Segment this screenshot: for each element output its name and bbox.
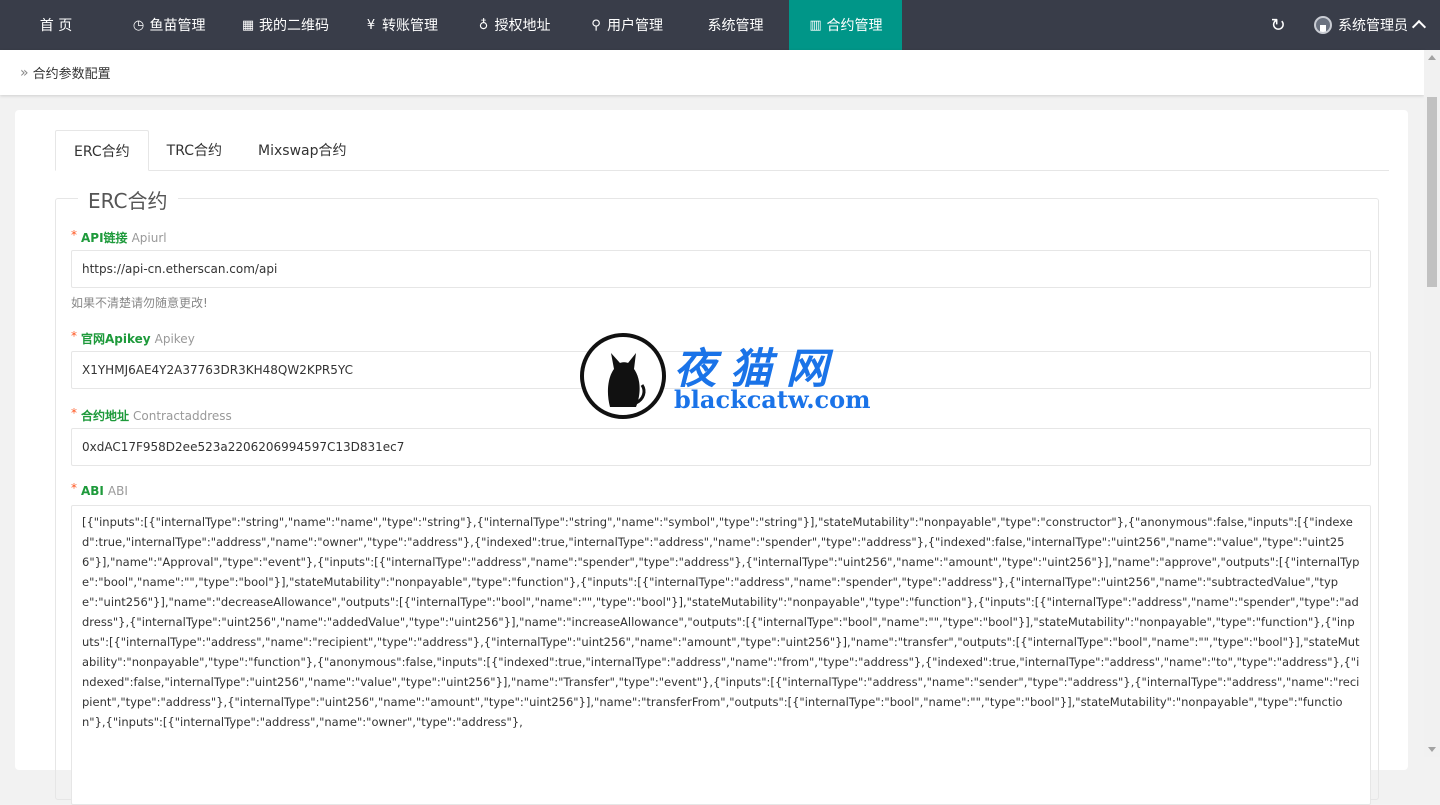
required-mark: * bbox=[71, 228, 77, 242]
nav-item-contract-management[interactable]: ▥ 合约管理 bbox=[789, 0, 902, 50]
nav-item-authorized-address[interactable]: ♁ 授权地址 bbox=[457, 0, 570, 50]
fieldset-legend: ERC合约 bbox=[78, 185, 178, 214]
nav-item-user-management[interactable]: ⚲ 用户管理 bbox=[570, 0, 682, 50]
top-nav-bar: 首 页 ◷ 鱼苗管理 ▦ 我的二维码 ¥ 转账管理 ♁ 授权地址 ⚲ 用户管理 … bbox=[0, 0, 1440, 50]
api-url-hint: 如果不清楚请勿随意更改! bbox=[71, 296, 208, 310]
nav-right: ↻ 系统管理员 bbox=[1258, 0, 1440, 50]
nav-item-fry-management[interactable]: ◷ 鱼苗管理 bbox=[112, 0, 225, 50]
breadcrumb: » 合约参数配置 bbox=[0, 50, 1424, 95]
yen-icon: ¥ bbox=[366, 17, 376, 33]
required-mark: * bbox=[71, 406, 77, 420]
contract-address-input[interactable] bbox=[71, 428, 1371, 466]
erc-fieldset: ERC合约 *API链接Apiurl 如果不清楚请勿随意更改! *官网Apike… bbox=[55, 185, 1379, 805]
chevron-up-icon bbox=[1411, 19, 1427, 35]
contract-address-label: * 合约地址 Contractaddress bbox=[71, 406, 232, 423]
api-url-label: * API链接 Apiurl bbox=[71, 228, 167, 245]
scroll-down-arrow[interactable] bbox=[1428, 747, 1436, 752]
tab-mixswap[interactable]: Mixswap合约 bbox=[240, 130, 364, 170]
refresh-icon[interactable]: ↻ bbox=[1258, 0, 1298, 50]
nav-item-label: 合约管理 bbox=[826, 18, 883, 34]
main-nav: 首 页 ◷ 鱼苗管理 ▦ 我的二维码 ¥ 转账管理 ♁ 授权地址 ⚲ 用户管理 … bbox=[0, 0, 902, 50]
nav-item-label: 鱼苗管理 bbox=[149, 18, 206, 34]
user-name: 系统管理员 bbox=[1338, 18, 1408, 34]
breadcrumb-label: 合约参数配置 bbox=[32, 67, 111, 82]
contract-config-card: ERC合约 TRC合约 Mixswap合约 ERC合约 * API链接 Apiurl… bbox=[15, 110, 1408, 805]
nav-item-label: 用户管理 bbox=[607, 18, 663, 34]
tab-erc[interactable]: ERC合约 bbox=[55, 130, 149, 171]
apikey-label: * 官网Apikey Apikey bbox=[71, 329, 195, 346]
nav-item-label: 系统管理 bbox=[707, 18, 764, 34]
nav-item-label: 转账管理 bbox=[382, 18, 438, 34]
page-scrollbar[interactable] bbox=[1424, 50, 1440, 757]
qrcode-icon: ▦ bbox=[241, 17, 255, 33]
nav-item-system-management[interactable]: 系统管理 bbox=[682, 0, 789, 50]
nav-item-transfer-management[interactable]: ¥ 转账管理 bbox=[345, 0, 457, 50]
scroll-up-arrow[interactable] bbox=[1428, 55, 1436, 60]
apikey-input[interactable] bbox=[71, 351, 1371, 389]
nav-item-label: 我的二维码 bbox=[259, 18, 329, 34]
nav-item-label: 授权地址 bbox=[494, 18, 551, 34]
abi-label: * ABI ABI bbox=[71, 481, 128, 498]
required-mark: * bbox=[71, 329, 77, 343]
api-url-input[interactable] bbox=[71, 250, 1371, 288]
nav-item-label: 首 页 bbox=[39, 18, 73, 34]
tab-trc[interactable]: TRC合约 bbox=[149, 130, 240, 170]
user-icon: ⚲ bbox=[591, 17, 601, 33]
nav-item-home[interactable]: 首 页 bbox=[0, 0, 112, 50]
required-mark: * bbox=[71, 481, 77, 495]
location-icon: ♁ bbox=[478, 17, 489, 33]
avatar bbox=[1314, 16, 1332, 34]
scrollbar-thumb[interactable] bbox=[1427, 97, 1437, 287]
columns-icon: ▥ bbox=[809, 17, 822, 33]
user-menu[interactable]: 系统管理员 bbox=[1314, 15, 1427, 35]
clock-icon: ◷ bbox=[132, 17, 145, 33]
contract-tabs: ERC合约 TRC合约 Mixswap合约 bbox=[55, 130, 1389, 171]
abi-textarea[interactable]: [{"inputs":[{"internalType":"string","na… bbox=[71, 505, 1371, 805]
nav-item-my-qrcode[interactable]: ▦ 我的二维码 bbox=[225, 0, 345, 50]
double-chevron-right-icon: » bbox=[20, 64, 29, 81]
